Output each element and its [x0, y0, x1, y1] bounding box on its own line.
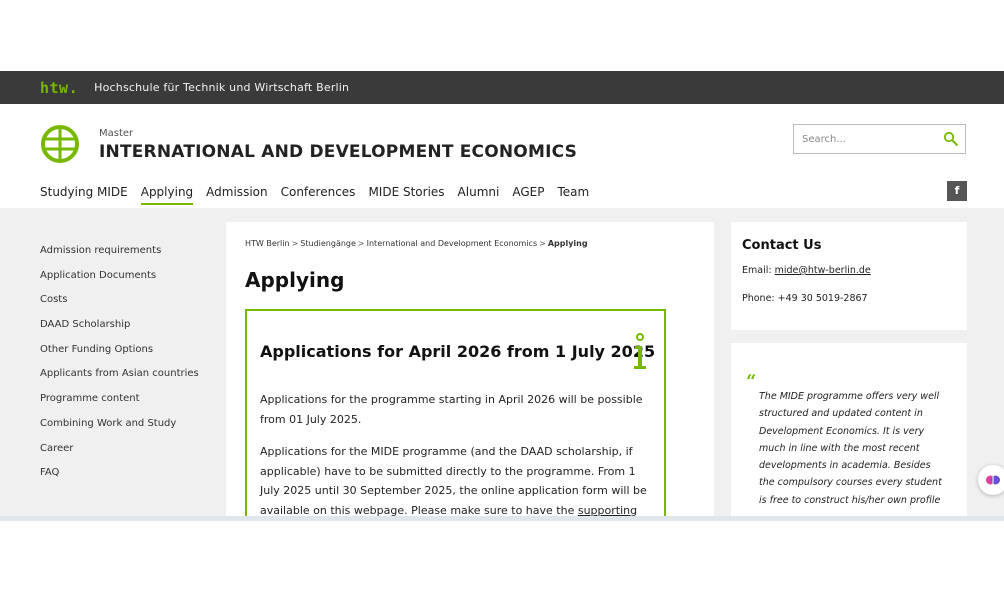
breadcrumb-current: Applying — [547, 239, 588, 248]
search-icon[interactable] — [943, 131, 959, 147]
main-content: HTW Berlin > Studiengänge > International an… — [226, 222, 714, 516]
quote-mark-icon: “ — [746, 371, 757, 392]
sidebar-navigation: Admission requirements Application Docum… — [40, 245, 199, 492]
info-paragraph-1: Applications for the programme starting … — [260, 393, 643, 426]
university-bar: htw. Hochschule für Technik und Wirtscha… — [0, 71, 1004, 104]
program-title[interactable]: INTERNATIONAL AND DEVELOPMENT ECONOMICS — [99, 142, 577, 162]
nav-applying[interactable]: Applying — [140, 185, 194, 205]
contact-email-row: Email: mide@htw-berlin.de — [742, 265, 871, 276]
sidebar-item-other-funding[interactable]: Other Funding Options — [40, 344, 199, 369]
globe-logo-icon[interactable] — [40, 124, 80, 164]
facebook-icon[interactable]: f — [947, 181, 967, 201]
sidebar-item-faq[interactable]: FAQ — [40, 467, 199, 492]
page-title: Applying — [245, 268, 345, 292]
sidebar-item-costs[interactable]: Costs — [40, 294, 199, 319]
browser-viewport: htw. Hochschule für Technik und Wirtscha… — [0, 0, 1004, 591]
sidebar-item-work-study[interactable]: Combining Work and Study — [40, 418, 199, 443]
breadcrumb-program[interactable]: International and Development Economics — [367, 239, 538, 248]
sidebar-item-career[interactable]: Career — [40, 443, 199, 468]
nav-alumni[interactable]: Alumni — [458, 185, 500, 205]
floating-assistant-button[interactable] — [978, 465, 1004, 495]
university-name[interactable]: Hochschule für Technik und Wirtschaft Be… — [94, 81, 349, 94]
info-box: Applications for April 2026 from 1 July … — [245, 309, 666, 516]
nav-admission[interactable]: Admission — [206, 185, 267, 205]
content-area: Admission requirements Application Docum… — [0, 208, 1004, 516]
testimonial-text: The MIDE programme offers very well stru… — [759, 391, 942, 506]
main-navigation: Studying MIDE Applying Admission Confere… — [40, 185, 602, 205]
info-box-heading: Applications for April 2026 from 1 July … — [260, 342, 656, 361]
breadcrumb-separator: > — [539, 239, 546, 248]
info-icon — [634, 333, 646, 369]
breadcrumb-studiengaenge[interactable]: Studiengänge — [300, 239, 356, 248]
breadcrumb-separator: > — [357, 239, 365, 248]
horizontal-scrollbar[interactable] — [0, 516, 1004, 521]
sidebar-item-application-documents[interactable]: Application Documents — [40, 270, 199, 295]
search-input[interactable] — [794, 125, 934, 153]
email-link[interactable]: mide@htw-berlin.de — [775, 265, 871, 276]
sidebar-item-admission-requirements[interactable]: Admission requirements — [40, 245, 199, 270]
breadcrumb-separator: > — [291, 239, 299, 248]
nav-team[interactable]: Team — [557, 185, 589, 205]
nav-agep[interactable]: AGEP — [512, 185, 544, 205]
contact-card: Contact Us Email: mide@htw-berlin.de Pho… — [731, 222, 967, 330]
breadcrumb-htw-berlin[interactable]: HTW Berlin — [245, 239, 290, 248]
nav-mide-stories[interactable]: MIDE Stories — [368, 185, 444, 205]
testimonial-card: “ The MIDE programme offers very well st… — [731, 343, 967, 516]
nav-conferences[interactable]: Conferences — [281, 185, 356, 205]
sidebar-item-asian-applicants[interactable]: Applicants from Asian countries — [40, 368, 199, 393]
nav-studying-mide[interactable]: Studying MIDE — [40, 185, 128, 205]
sidebar-item-daad-scholarship[interactable]: DAAD Scholarship — [40, 319, 199, 344]
sidebar-item-programme-content[interactable]: Programme content — [40, 393, 199, 418]
breadcrumb: HTW Berlin > Studiengänge > International an… — [245, 239, 588, 248]
search-box[interactable] — [793, 124, 966, 154]
contact-phone: Phone: +49 30 5019-2867 — [742, 293, 868, 304]
contact-heading: Contact Us — [742, 238, 822, 253]
info-paragraph-2: Applications for the MIDE programme (and… — [260, 442, 652, 516]
brain-icon — [986, 475, 1000, 485]
program-level: Master — [99, 128, 134, 139]
site-header: Master INTERNATIONAL AND DEVELOPMENT ECO… — [0, 104, 1004, 208]
htw-logo[interactable]: htw. — [40, 79, 78, 97]
